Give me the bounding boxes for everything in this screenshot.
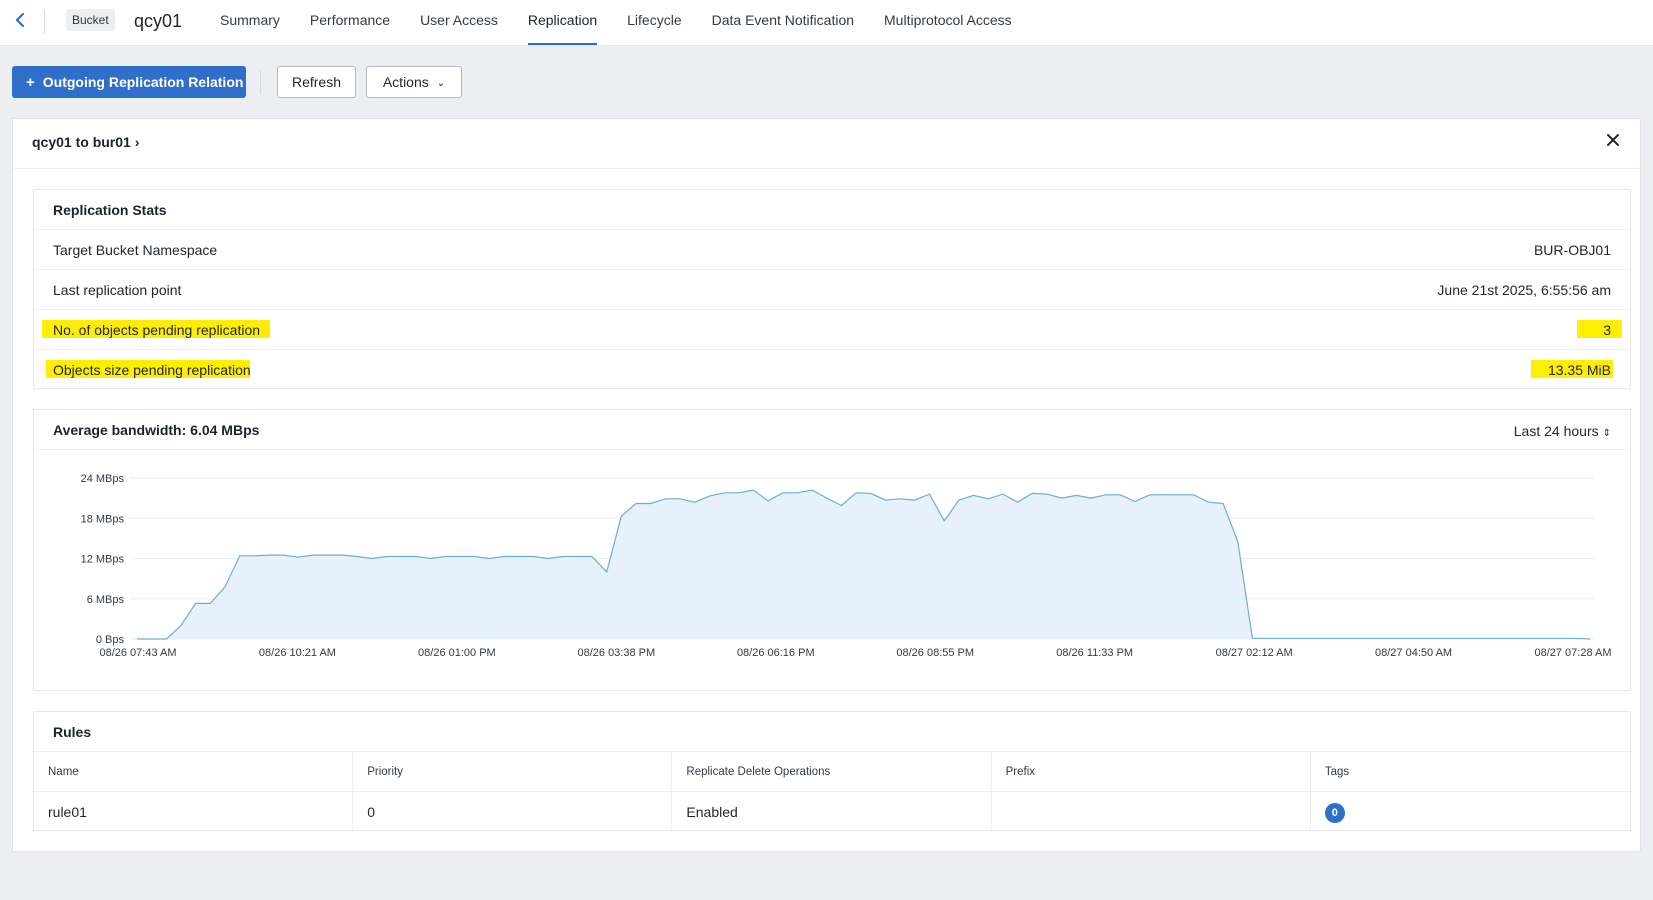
rules-card: Rules Name Priority Replicate Delete Ope… <box>33 711 1631 832</box>
tab-performance[interactable]: Performance <box>295 0 405 46</box>
column-header-name[interactable]: Name <box>34 752 354 791</box>
replication-stats-card: Replication Stats Target Bucket Namespac… <box>33 189 1631 389</box>
outgoing-replication-relation-button[interactable]: + Outgoing Replication Relation <box>12 66 246 98</box>
x-tick-label: 08/26 10:21 AM <box>259 647 336 659</box>
stat-label: Objects size pending replication <box>53 362 251 378</box>
stat-row-pending-objects: No. of objects pending replication 3 <box>34 310 1630 350</box>
bandwidth-area <box>137 490 1590 639</box>
stat-value: 13.35 MiB <box>1547 362 1611 378</box>
y-tick-label: 18 MBps <box>81 513 125 525</box>
bandwidth-chart: 0 Bps 6 MBps 12 MBps 18 MBps 24 MBps 08/26 07… <box>81 473 1612 659</box>
stat-label: No. of objects pending replication <box>53 322 261 338</box>
x-tick-label: 08/26 08:55 PM <box>896 647 974 659</box>
x-tick-label: 08/26 06:16 PM <box>737 647 815 659</box>
tab-summary[interactable]: Summary <box>205 0 295 46</box>
nav-divider <box>44 10 45 34</box>
panel-divider <box>13 168 1640 169</box>
time-range-select[interactable]: Last 24 hours ⇕ <box>1514 423 1611 439</box>
tags-count-badge[interactable]: 0 <box>1324 803 1345 824</box>
rules-table-header: Name Priority Replicate Delete Operation… <box>34 752 1630 792</box>
close-icon[interactable] <box>1604 131 1622 149</box>
chevron-down-icon: ⌄ <box>436 78 446 89</box>
bandwidth-chart-card: Average bandwidth: 6.04 MBps Last 24 hou… <box>33 409 1631 691</box>
rule-priority-cell: 0 <box>353 792 673 832</box>
y-tick-label: 12 MBps <box>81 554 125 566</box>
y-tick-label: 24 MBps <box>81 473 125 485</box>
time-range-label: Last 24 hours <box>1513 423 1599 439</box>
actions-label: Actions <box>382 74 429 90</box>
tab-data-event-notification[interactable]: Data Event Notification <box>697 0 869 46</box>
average-bandwidth-title: Average bandwidth: 6.04 MBps <box>34 410 1630 450</box>
bucket-type-badge: Bucket <box>66 9 115 31</box>
rule-name-cell: rule01 <box>34 792 354 832</box>
x-tick-label: 08/27 07:28 AM <box>1534 647 1611 659</box>
rule-tags-cell: 0 <box>1311 792 1630 832</box>
refresh-button[interactable]: Refresh <box>277 66 356 98</box>
rule-prefix-cell <box>992 792 1311 832</box>
x-tick-label: 08/26 07:43 AM <box>99 647 176 659</box>
tab-user-access[interactable]: User Access <box>405 0 513 46</box>
tab-lifecycle[interactable]: Lifecycle <box>612 0 696 46</box>
plus-icon: + <box>26 74 35 91</box>
relation-panel: qcy01 to bur01 › Replication Stats Targe… <box>12 118 1641 852</box>
tab-bar: Summary Performance User Access Replicat… <box>205 0 1027 46</box>
outgoing-replication-relation-label: Outgoing Replication Relation <box>42 74 244 90</box>
y-tick-label: 6 MBps <box>87 594 125 606</box>
stat-label: Last replication point <box>53 282 182 298</box>
column-header-prefix[interactable]: Prefix <box>992 752 1311 791</box>
actions-dropdown[interactable]: Actions ⌄ <box>366 66 462 98</box>
relation-title[interactable]: qcy01 to bur01 › <box>32 134 139 150</box>
stat-row-target-namespace: Target Bucket Namespace BUR-OBJ01 <box>34 230 1630 270</box>
rules-table: Name Priority Replicate Delete Operation… <box>34 752 1630 832</box>
x-tick-label: 08/27 02:12 AM <box>1216 647 1293 659</box>
column-header-priority[interactable]: Priority <box>353 752 673 791</box>
tab-multiprotocol-access[interactable]: Multiprotocol Access <box>869 0 1027 46</box>
stat-value: BUR-OBJ01 <box>1533 242 1611 258</box>
stat-row-last-replication-point: Last replication point June 21st 2025, 6… <box>34 270 1630 310</box>
column-header-tags[interactable]: Tags <box>1311 752 1630 791</box>
x-tick-label: 08/26 11:33 PM <box>1056 647 1133 659</box>
sort-updown-icon: ⇕ <box>1602 428 1611 439</box>
stat-value: 3 <box>1603 322 1611 338</box>
y-tick-label: 0 Bps <box>96 634 125 646</box>
stat-value: June 21st 2025, 6:55:56 am <box>1437 282 1611 298</box>
highlight-mark <box>1577 320 1622 338</box>
column-header-delete-ops[interactable]: Replicate Delete Operations <box>672 752 992 791</box>
x-tick-label: 08/27 04:50 AM <box>1375 647 1452 659</box>
back-chevron-icon[interactable] <box>12 10 28 30</box>
bucket-name: qcy01 <box>134 11 183 31</box>
replication-stats-title: Replication Stats <box>34 190 1630 230</box>
toolbar-divider <box>260 70 261 94</box>
x-tick-label: 08/26 03:38 PM <box>577 647 655 659</box>
stat-label: Target Bucket Namespace <box>53 242 218 258</box>
x-tick-label: 08/26 01:00 PM <box>418 647 496 659</box>
rules-title: Rules <box>34 712 1630 752</box>
stat-row-pending-size: Objects size pending replication 13.35 M… <box>34 350 1630 390</box>
rule-delete-ops-cell: Enabled <box>672 792 992 832</box>
tab-replication[interactable]: Replication <box>513 0 612 46</box>
table-row[interactable]: rule01 0 Enabled 0 <box>34 792 1630 832</box>
top-nav: Bucket qcy01 Summary Performance User Ac… <box>0 0 1653 46</box>
